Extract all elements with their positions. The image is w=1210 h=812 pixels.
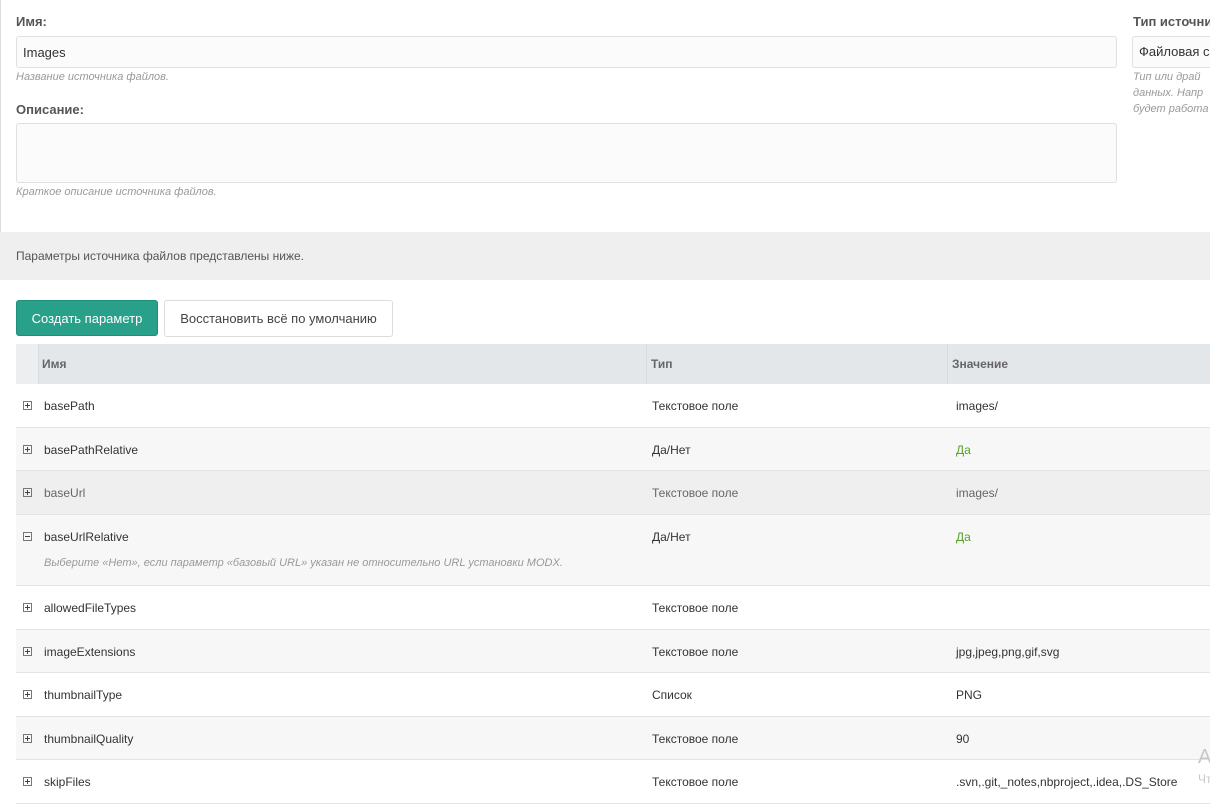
expand-plus-icon[interactable] xyxy=(23,734,32,743)
property-type: Текстовое поле xyxy=(652,732,739,746)
property-type: Текстовое поле xyxy=(652,486,739,500)
grid-expander-column xyxy=(16,344,39,384)
property-name: thumbnailType xyxy=(44,688,123,702)
source-type-help-line3: будет работа xyxy=(1133,103,1209,115)
name-label: Имя: xyxy=(16,14,47,29)
property-name: allowedFileTypes xyxy=(44,601,137,615)
table-row[interactable]: thumbnailType Список PNG xyxy=(16,673,1210,717)
expand-plus-icon[interactable] xyxy=(23,690,32,699)
grid-header: Имя Тип Значение xyxy=(16,344,1210,384)
property-name: baseUrlRelative xyxy=(44,530,129,544)
property-value[interactable]: jpg,jpeg,png,gif,svg xyxy=(956,645,1059,659)
create-property-button[interactable]: Создать параметр xyxy=(16,300,158,336)
expand-plus-icon[interactable] xyxy=(23,603,32,612)
expand-plus-icon[interactable] xyxy=(23,488,32,497)
property-type: Текстовое поле xyxy=(652,775,739,789)
table-row[interactable]: baseUrlRelative Да/Нет Да Выберите «Нет»… xyxy=(16,515,1210,586)
reset-defaults-button[interactable]: Восстановить всё по умолчанию xyxy=(164,300,393,337)
edge-watermark-glyph: A xyxy=(1198,746,1210,768)
description-help: Краткое описание источника файлов. xyxy=(16,186,217,198)
property-name: thumbnailQuality xyxy=(44,732,134,746)
properties-banner: Параметры источника файлов представлены … xyxy=(0,232,1210,280)
properties-grid: Имя Тип Значение basePath Текстовое поле… xyxy=(16,344,1210,804)
source-type-help-line1: Тип или драй xyxy=(1133,71,1201,83)
property-type: Текстовое поле xyxy=(652,645,739,659)
expand-plus-icon[interactable] xyxy=(23,647,32,656)
collapse-minus-icon[interactable] xyxy=(23,532,32,541)
property-value[interactable]: images/ xyxy=(956,486,998,500)
property-description: Выберите «Нет», если параметр «базовый U… xyxy=(44,557,563,569)
column-header-type[interactable]: Тип xyxy=(646,344,947,384)
property-type: Текстовое поле xyxy=(652,399,739,413)
description-label: Описание: xyxy=(16,102,84,117)
table-row[interactable]: baseUrl Текстовое поле images/ xyxy=(16,471,1210,515)
property-name: basePathRelative xyxy=(44,443,139,457)
property-type: Текстовое поле xyxy=(652,601,739,615)
table-row[interactable]: thumbnailQuality Текстовое поле 90 xyxy=(16,717,1210,760)
source-type-help-line2: данных. Напр xyxy=(1133,87,1204,99)
property-type: Список xyxy=(652,688,692,702)
property-value[interactable]: PNG xyxy=(956,688,982,702)
expand-plus-icon[interactable] xyxy=(23,777,32,786)
table-row[interactable]: basePathRelative Да/Нет Да xyxy=(16,428,1210,471)
expand-plus-icon[interactable] xyxy=(23,445,32,454)
table-row[interactable]: skipFiles Текстовое поле .svn,.git,_note… xyxy=(16,760,1210,804)
name-help: Название источника файлов. xyxy=(16,71,169,83)
property-type: Да/Нет xyxy=(652,530,691,544)
property-value[interactable]: Да xyxy=(956,530,971,544)
table-row[interactable]: basePath Текстовое поле images/ xyxy=(16,384,1210,428)
property-value[interactable]: .svn,.git,_notes,nbproject,.idea,.DS_Sto… xyxy=(956,775,1177,789)
property-name: basePath xyxy=(44,399,95,413)
property-value[interactable]: Да xyxy=(956,443,971,457)
name-input[interactable] xyxy=(16,36,1117,68)
column-header-name[interactable]: Имя xyxy=(38,344,646,384)
property-name: skipFiles xyxy=(44,775,91,789)
property-type: Да/Нет xyxy=(652,443,691,457)
property-value[interactable]: 90 xyxy=(956,732,969,746)
table-row[interactable]: allowedFileTypes Текстовое поле xyxy=(16,586,1210,630)
source-type-select[interactable]: Файловая си xyxy=(1132,36,1210,68)
source-type-value: Файловая си xyxy=(1139,44,1210,59)
edge-watermark-glyph-2: Чт xyxy=(1198,772,1210,786)
property-name: imageExtensions xyxy=(44,645,136,659)
source-type-label: Тип источни xyxy=(1133,14,1210,29)
table-row[interactable]: imageExtensions Текстовое поле jpg,jpeg,… xyxy=(16,630,1210,673)
panel-left-border xyxy=(0,0,1,232)
column-header-value[interactable]: Значение xyxy=(947,344,1210,384)
source-type-help: Тип или драй данных. Напр будет работа xyxy=(1133,69,1208,117)
property-name: baseUrl xyxy=(44,486,86,500)
expand-plus-icon[interactable] xyxy=(23,401,32,410)
description-textarea[interactable] xyxy=(16,123,1117,183)
property-value[interactable]: images/ xyxy=(956,399,998,413)
